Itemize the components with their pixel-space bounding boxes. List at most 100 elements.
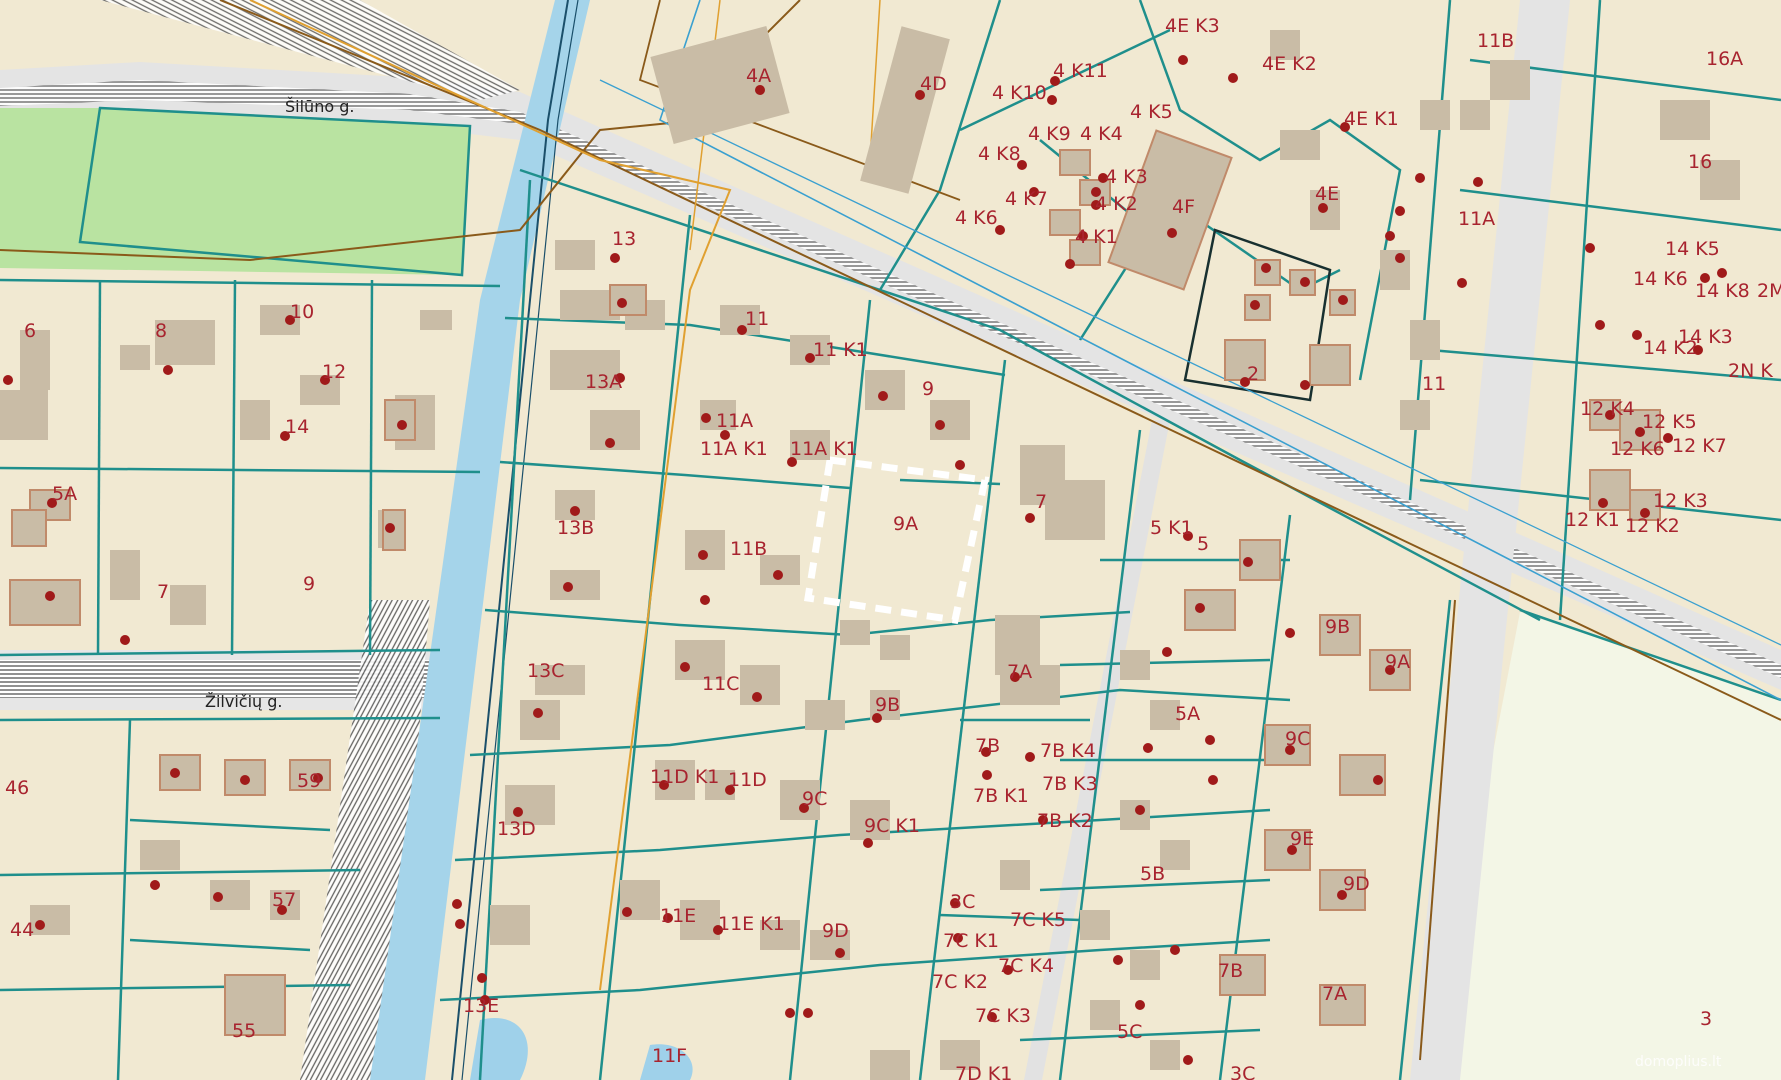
watermark: domoplius.lt (1635, 1054, 1722, 1070)
label-5-k1: 5 K1 (1150, 517, 1193, 539)
label-7a-right: 7A (1322, 983, 1347, 1005)
label-2: 2 (1247, 363, 1259, 385)
label-14-k6: 14 K6 (1633, 268, 1688, 290)
label-14-k5: 14 K5 (1665, 238, 1720, 260)
label-2n-k: 2N K (1728, 360, 1773, 382)
label-4-k9: 4 K9 (1028, 123, 1071, 145)
label-7b: 7B (975, 735, 1000, 757)
label-7b-k4: 7B K4 (1040, 740, 1096, 762)
label-11d: 11D (728, 769, 767, 791)
label-13: 13 (612, 228, 636, 250)
label-12-k1: 12 K1 (1565, 509, 1620, 531)
label-3c: 3C (950, 891, 975, 913)
selected-parcel-label[interactable]: 9A (893, 513, 918, 535)
park-area (0, 108, 470, 275)
label-4-k10: 4 K10 (992, 82, 1047, 104)
label-12-k4: 12 K4 (1580, 398, 1635, 420)
label-7-mid: 7 (1035, 491, 1047, 513)
label-7-left: 7 (157, 581, 169, 603)
label-11e: 11E (660, 905, 696, 927)
label-4-k6: 4 K6 (955, 207, 998, 229)
label-9a-right: 9A (1385, 651, 1410, 673)
label-11-mid: 11 (745, 308, 769, 330)
label-14-k3: 14 K3 (1678, 326, 1733, 348)
label-12: 12 (322, 361, 346, 383)
label-2m: 2M (1757, 280, 1781, 302)
label-7d-k1: 7D K1 (955, 1063, 1012, 1080)
label-4-k8: 4 K8 (978, 143, 1021, 165)
label-7c-k3: 7C K3 (975, 1005, 1031, 1027)
label-12-k6: 12 K6 (1610, 438, 1665, 460)
label-8: 8 (155, 320, 167, 342)
label-4-k2: 4 K2 (1095, 193, 1138, 215)
label-55: 55 (232, 1020, 256, 1042)
label-7c-k4: 7C K4 (998, 955, 1054, 977)
label-9c-k1: 9C K1 (864, 815, 920, 837)
label-4f: 4F (1172, 196, 1195, 218)
label-4e-k3: 4E K3 (1165, 15, 1220, 37)
label-9d-right: 9D (1343, 873, 1370, 895)
label-11a-top: 11A (1458, 208, 1495, 230)
label-7a: 7A (1007, 661, 1032, 683)
label-11b-top: 11B (1477, 30, 1514, 52)
label-7b-k2: 7B K2 (1037, 810, 1093, 832)
label-9c: 9C (802, 788, 827, 810)
label-11-right: 11 (1422, 373, 1446, 395)
label-9-left: 9 (303, 573, 315, 595)
label-5c: 5C (1117, 1021, 1142, 1043)
label-10: 10 (290, 301, 314, 323)
label-4e-k2: 4E K2 (1262, 53, 1317, 75)
label-4-k3: 4 K3 (1105, 166, 1148, 188)
label-9b-right: 9B (1325, 616, 1350, 638)
label-11a: 11A (716, 410, 753, 432)
label-4-k11: 4 K11 (1053, 60, 1108, 82)
label-44: 44 (10, 919, 34, 941)
cadastral-map[interactable]: Šilūno g. Žilvičių g. 4E K3 4E K2 11B 16… (0, 0, 1781, 1080)
label-11a-k1-a: 11A K1 (700, 438, 768, 460)
label-5a-left: 5A (52, 483, 77, 505)
label-16a: 16A (1706, 48, 1743, 70)
label-9-mid: 9 (922, 378, 934, 400)
label-12-k5: 12 K5 (1642, 411, 1697, 433)
label-4a: 4A (746, 65, 771, 87)
label-16: 16 (1688, 151, 1712, 173)
label-3: 3 (1700, 1008, 1712, 1030)
label-9b: 9B (875, 694, 900, 716)
label-12-k2: 12 K2 (1625, 515, 1680, 537)
label-4e-k1: 4E K1 (1344, 108, 1399, 130)
label-59: 59 (297, 770, 321, 792)
label-14-k8: 14 K8 (1695, 280, 1750, 302)
label-7b-k1: 7B K1 (973, 785, 1029, 807)
label-4d: 4D (920, 73, 947, 95)
label-7c-k1: 7C K1 (943, 930, 999, 952)
label-11d-k1: 11D K1 (650, 766, 719, 788)
label-4e: 4E (1315, 183, 1339, 205)
label-11f: 11F (652, 1045, 687, 1067)
label-4-k5: 4 K5 (1130, 101, 1173, 123)
label-5b: 5B (1140, 863, 1165, 885)
label-46: 46 (5, 777, 29, 799)
label-7b-k3: 7B K3 (1042, 773, 1098, 795)
label-13b: 13B (557, 517, 594, 539)
label-9d: 9D (822, 920, 849, 942)
street-label-zilviciu: Žilvičių g. (205, 692, 282, 711)
label-6: 6 (24, 320, 36, 342)
label-11c: 11C (702, 673, 739, 695)
street-label-siluno: Šilūno g. (285, 97, 354, 116)
label-7b-right: 7B (1218, 960, 1243, 982)
label-7c-k2: 7C K2 (932, 971, 988, 993)
label-5a-right: 5A (1175, 703, 1200, 725)
label-7c-k5: 7C K5 (1010, 909, 1066, 931)
label-13a: 13A (585, 371, 622, 393)
label-13e: 13E (463, 995, 499, 1017)
label-4-k1: 4 K1 (1075, 226, 1118, 248)
label-5: 5 (1197, 533, 1209, 555)
label-9c-right: 9C (1285, 728, 1310, 750)
label-57: 57 (272, 889, 296, 911)
label-11a-k1-b: 11A K1 (790, 438, 858, 460)
label-11e-k1: 11E K1 (718, 913, 785, 935)
label-4-k4: 4 K4 (1080, 123, 1123, 145)
label-4-k7: 4 K7 (1005, 188, 1048, 210)
label-13c: 13C (527, 660, 564, 682)
label-9e: 9E (1290, 828, 1314, 850)
